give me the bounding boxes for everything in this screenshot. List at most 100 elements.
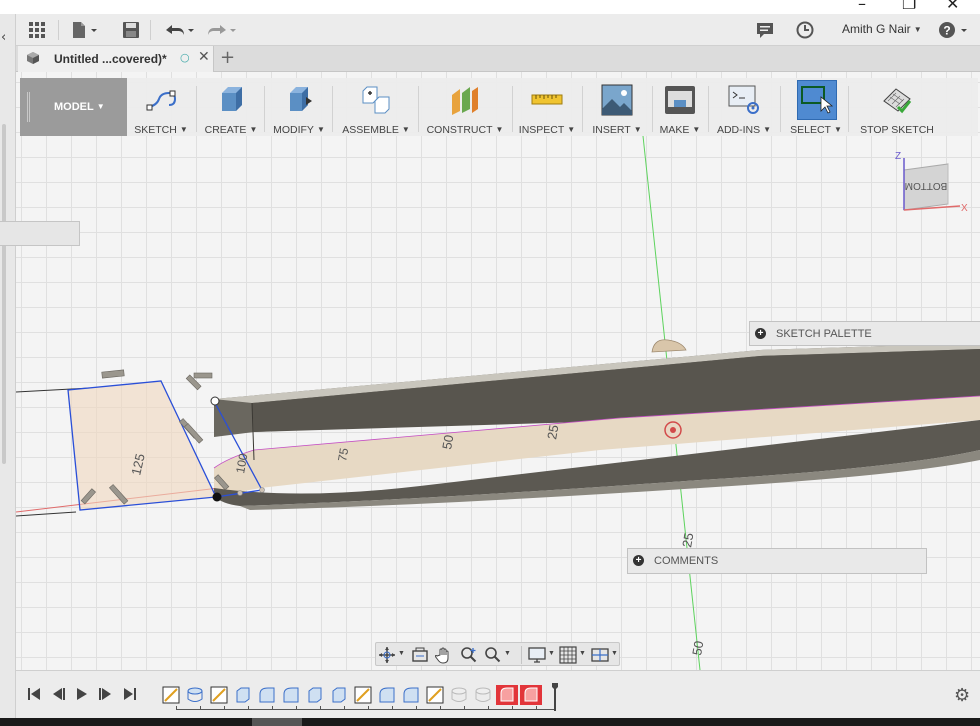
application-bar: Amith G Nair ▼ ?	[16, 14, 980, 46]
fit-window-zoom-icon[interactable]	[484, 646, 502, 664]
caret-down-icon: ▼	[913, 25, 922, 34]
job-status-clock-icon[interactable]	[796, 20, 814, 40]
timeline-suppressed-icon[interactable]	[474, 686, 492, 704]
axis-tick-50: 50	[689, 640, 706, 657]
window-title-strip: – ❐ ✕	[0, 0, 980, 14]
ribbon-group-create[interactable]: CREATE ▼	[200, 78, 262, 136]
grid-snap-icon[interactable]	[559, 646, 577, 664]
step-forward-icon[interactable]	[98, 686, 114, 702]
skip-to-start-icon[interactable]	[26, 686, 42, 702]
look-at-icon[interactable]	[411, 646, 429, 664]
timeline-fillet-icon[interactable]	[402, 686, 420, 704]
caret-down-icon[interactable]: ▼	[548, 650, 555, 657]
profile-bump	[651, 339, 687, 353]
expand-plus-icon[interactable]: +	[633, 555, 644, 566]
scroll-thumb[interactable]	[252, 718, 302, 726]
document-tab[interactable]: Untitled ...covered)* ○ ✕	[18, 46, 214, 72]
sketch-point-fixed	[212, 492, 222, 502]
dimension-50: 50	[439, 434, 456, 451]
construct-icon	[452, 87, 478, 115]
comments-panel[interactable]: + COMMENTS	[627, 548, 927, 574]
comments-title: COMMENTS	[654, 555, 719, 567]
timeline-bar: ⚙	[16, 670, 980, 718]
navigation-toolbar: ▼ ▼ ▼ ▼ ▼	[375, 642, 620, 666]
timeline-sketch-icon[interactable]	[354, 686, 372, 704]
create-icon	[222, 87, 242, 111]
stop-sketch-button[interactable]: STOP SKETCH	[854, 78, 940, 136]
comment-icon[interactable]	[756, 20, 774, 40]
ribbon-group-assemble[interactable]: ASSEMBLE ▼	[338, 78, 414, 136]
ribbon-group-select[interactable]: SELECT ▼	[790, 78, 842, 136]
chevron-left-icon[interactable]: ‹	[1, 30, 6, 45]
timeline-settings-gear-icon[interactable]: ⚙	[954, 685, 970, 706]
caret-down-icon[interactable]: ▼	[579, 650, 586, 657]
redo-icon[interactable]	[204, 20, 238, 40]
ribbon-group-inspect[interactable]: INSPECT ▼	[516, 78, 578, 136]
timeline-error-icon[interactable]	[496, 685, 518, 705]
workspace-mode-button[interactable]: MODEL ▼	[20, 78, 127, 136]
assemble-icon	[362, 86, 390, 114]
dimension-25: 25	[544, 424, 561, 441]
axis-x-label: X	[961, 203, 968, 214]
maximize-icon[interactable]: ❐	[902, 0, 916, 13]
timeline-extrude-icon[interactable]	[234, 686, 252, 704]
timeline-suppressed-icon[interactable]	[450, 686, 468, 704]
timeline-extrude-icon[interactable]	[186, 686, 204, 704]
timeline-sketch-icon[interactable]	[210, 686, 228, 704]
add-ins-icon	[728, 85, 759, 114]
minimize-icon[interactable]: –	[858, 0, 866, 13]
ribbon-group-make[interactable]: MAKE ▼	[656, 78, 704, 136]
timeline-extrude-icon[interactable]	[330, 686, 348, 704]
browser-panel-collapsed: ‹	[0, 14, 16, 726]
caret-down-icon[interactable]: ▼	[398, 650, 405, 657]
caret-down-icon[interactable]: ▼	[611, 650, 618, 657]
caret-down-icon[interactable]: ▼	[504, 650, 511, 657]
timeline-fillet-icon[interactable]	[258, 686, 276, 704]
timeline-sketch-icon[interactable]	[426, 686, 444, 704]
expand-plus-icon[interactable]: +	[755, 328, 766, 339]
zoom-icon[interactable]	[460, 646, 478, 664]
dimension-75: 75	[335, 447, 351, 463]
step-back-icon[interactable]	[50, 686, 66, 702]
orbit-move-icon[interactable]	[378, 646, 396, 664]
undo-icon[interactable]	[162, 20, 196, 40]
file-menu-icon[interactable]	[70, 20, 100, 40]
viewports-icon[interactable]	[591, 646, 609, 664]
display-settings-icon[interactable]	[528, 646, 546, 664]
ribbon-group-sketch[interactable]: SKETCH ▼	[128, 78, 194, 136]
timeline-sketch-icon[interactable]	[162, 686, 180, 704]
bottom-scroll-strip	[0, 718, 980, 726]
timeline-fillet-icon[interactable]	[378, 686, 396, 704]
browser-collapsed-strip[interactable]	[0, 221, 80, 246]
modify-icon	[290, 87, 312, 111]
ribbon-group-add-ins[interactable]: ADD-INS ▼	[712, 78, 776, 136]
help-menu-icon[interactable]: ?	[938, 20, 970, 40]
sync-status-icon: ○	[180, 51, 190, 64]
timeline-position-marker[interactable]	[552, 683, 558, 711]
close-tab-icon[interactable]: ✕	[198, 49, 210, 65]
new-tab-plus-icon[interactable]: +	[220, 47, 235, 68]
timeline-error-icon[interactable]	[520, 685, 542, 705]
sketch-palette-panel[interactable]: + SKETCH PALETTE	[749, 321, 980, 346]
data-panel-grid-icon[interactable]	[28, 20, 46, 40]
save-icon[interactable]	[122, 20, 140, 40]
ribbon-group-construct[interactable]: CONSTRUCT ▼	[422, 78, 508, 136]
ribbon-group-insert[interactable]: INSERT ▼	[586, 78, 648, 136]
user-account-menu[interactable]: Amith G Nair ▼	[842, 22, 922, 36]
pan-hand-icon[interactable]	[435, 646, 453, 664]
view-cube[interactable]: BOTTOM Z X	[888, 148, 972, 218]
stop-sketch-icon	[883, 88, 912, 114]
ribbon-group-modify[interactable]: MODIFY ▼	[268, 78, 330, 136]
caret-down-icon: ▼	[96, 102, 105, 111]
timeline-fillet-icon[interactable]	[282, 686, 300, 704]
left-scroll-handle[interactable]	[2, 124, 6, 464]
model-scene[interactable]: 125 100 75 50 25 25 50	[16, 72, 980, 670]
timeline-extrude-icon[interactable]	[306, 686, 324, 704]
close-window-icon[interactable]: ✕	[946, 0, 959, 13]
play-icon[interactable]	[74, 686, 90, 702]
inspect-icon	[531, 94, 563, 105]
skip-to-end-icon[interactable]	[122, 686, 138, 702]
grip-handle-icon[interactable]	[27, 92, 30, 122]
document-title: Untitled ...covered)*	[54, 52, 167, 66]
canvas-viewport[interactable]: 125 100 75 50 25 25 50	[16, 72, 980, 670]
